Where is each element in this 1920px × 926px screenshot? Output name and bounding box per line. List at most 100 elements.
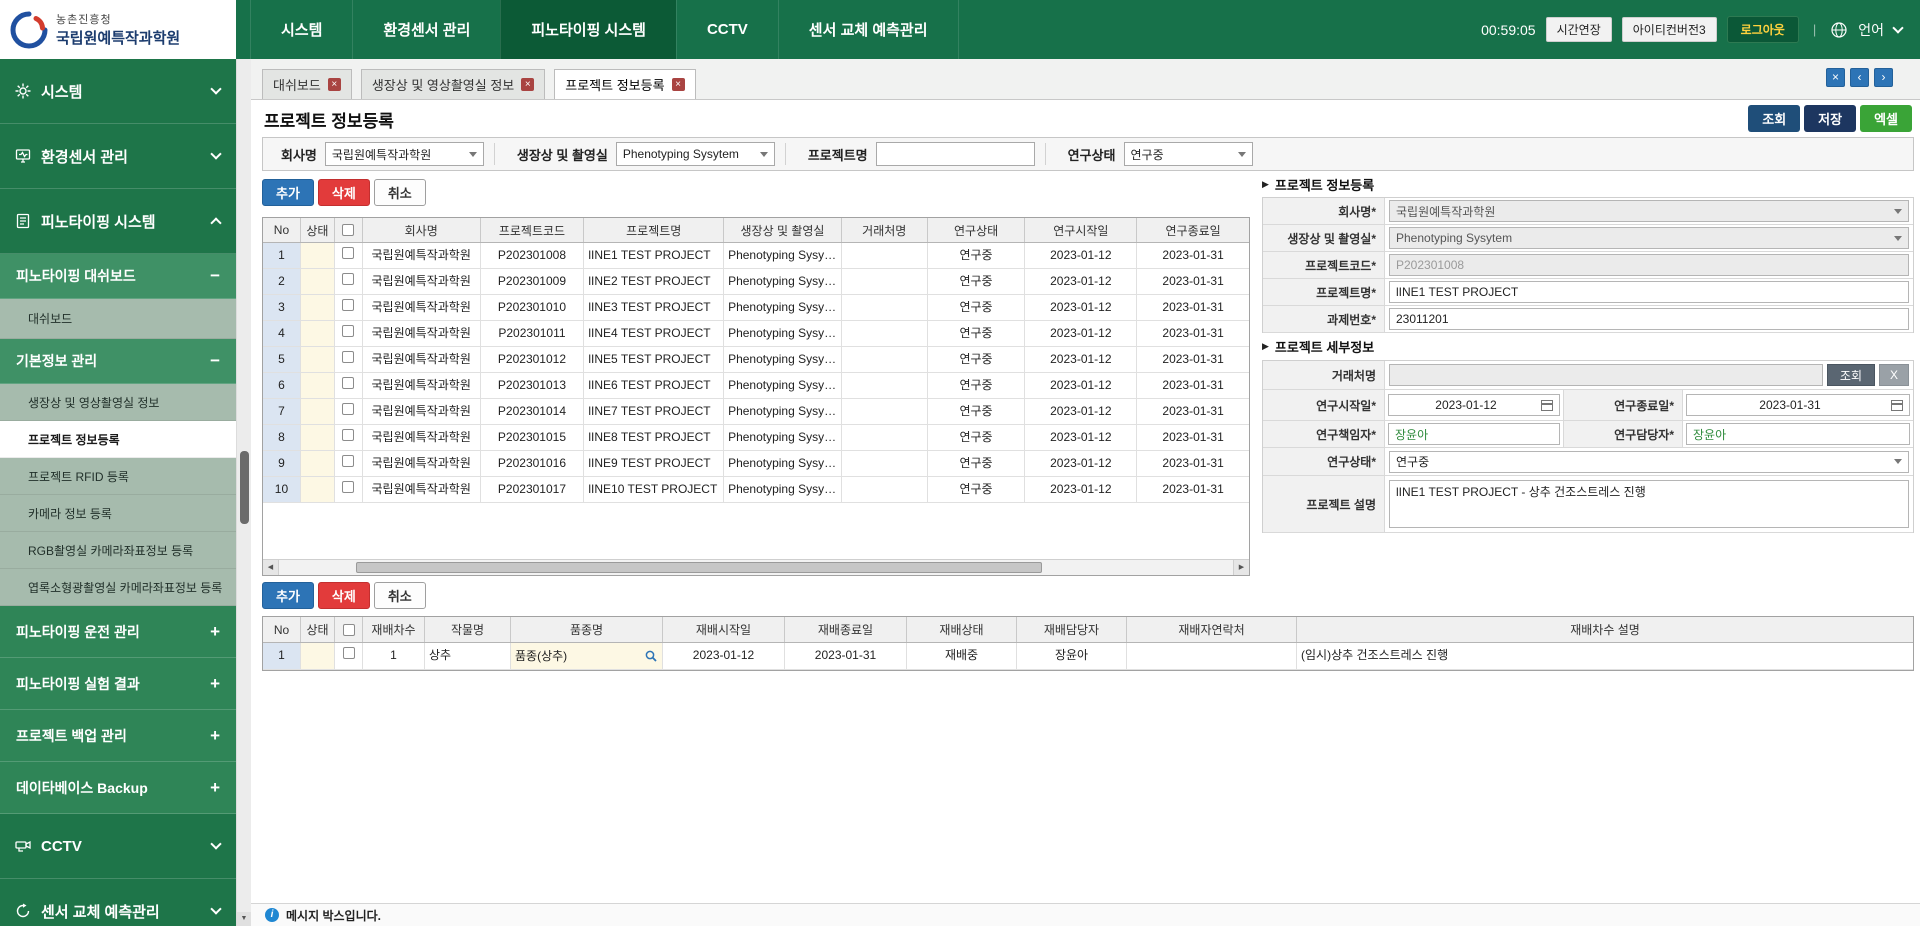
tab-dashboard[interactable]: 대쉬보드 × bbox=[262, 69, 352, 99]
select-all-checkbox[interactable] bbox=[342, 224, 354, 236]
row-checkbox[interactable] bbox=[342, 455, 354, 467]
project-row[interactable]: 8 국립원예특작과학원 P202301015 lINE8 TEST PROJEC… bbox=[263, 425, 1249, 451]
scroll-right-arrow[interactable]: ▶ bbox=[1233, 560, 1249, 575]
sidebar-item-phenotyping[interactable]: 피노타이핑 시스템 bbox=[0, 189, 236, 254]
calendar-icon[interactable] bbox=[1891, 400, 1903, 411]
description-textarea[interactable]: lINE1 TEST PROJECT - 상추 건조스트레스 진행 bbox=[1389, 480, 1909, 528]
minus-icon[interactable]: − bbox=[210, 351, 220, 371]
sidebar-item-chlorophyll-camera-coords[interactable]: 엽록소형광촬영실 카메라좌표정보 등록 bbox=[0, 569, 236, 606]
add-button[interactable]: 추가 bbox=[262, 582, 314, 609]
sidebar-section-experiment-results[interactable]: 피노타이핑 실험 결과 + bbox=[0, 658, 236, 710]
plus-icon[interactable]: + bbox=[210, 622, 220, 642]
prev-tab-button[interactable]: ‹ bbox=[1850, 68, 1869, 87]
row-checkbox[interactable] bbox=[342, 377, 354, 389]
delete-button[interactable]: 삭제 bbox=[318, 582, 370, 609]
project-row[interactable]: 10 국립원예특작과학원 P202301017 lINE10 TEST PROJ… bbox=[263, 477, 1249, 503]
cancel-button[interactable]: 취소 bbox=[374, 179, 426, 206]
company-filter-select[interactable]: 국립원예특작과학원 bbox=[325, 142, 484, 166]
row-checkbox[interactable] bbox=[342, 247, 354, 259]
sidebar-item-env-sensor[interactable]: 환경센서 관리 bbox=[0, 124, 236, 189]
horizontal-scrollbar[interactable]: ◀ ▶ bbox=[263, 559, 1249, 575]
row-checkbox[interactable] bbox=[342, 351, 354, 363]
tab-close-icon[interactable]: × bbox=[328, 78, 341, 91]
sidebar-section-database-backup[interactable]: 데이타베이스 Backup + bbox=[0, 762, 236, 814]
scroll-down-arrow[interactable]: ▼ bbox=[237, 912, 251, 926]
plus-icon[interactable]: + bbox=[210, 726, 220, 746]
menu-sensor-replace[interactable]: 센서 교체 예측관리 bbox=[778, 0, 959, 59]
row-checkbox[interactable] bbox=[342, 325, 354, 337]
language-label[interactable]: 언어 bbox=[1858, 20, 1884, 40]
sidebar-item-project-rfid[interactable]: 프로젝트 RFID 등록 bbox=[0, 458, 236, 495]
sidebar-section-project-backup[interactable]: 프로젝트 백업 관리 + bbox=[0, 710, 236, 762]
row-checkbox[interactable] bbox=[343, 647, 355, 659]
extend-time-button[interactable]: 시간연장 bbox=[1546, 17, 1612, 42]
sidebar-section-basic-info[interactable]: 기본정보 관리 − bbox=[0, 339, 236, 384]
client-clear-button[interactable]: X bbox=[1879, 364, 1909, 386]
menu-cctv[interactable]: CCTV bbox=[676, 0, 778, 59]
project-row[interactable]: 6 국립원예특작과학원 P202301013 lINE6 TEST PROJEC… bbox=[263, 373, 1249, 399]
close-all-tabs-button[interactable]: × bbox=[1826, 68, 1845, 87]
add-button[interactable]: 추가 bbox=[262, 179, 314, 206]
plus-icon[interactable]: + bbox=[210, 778, 220, 798]
row-checkbox[interactable] bbox=[342, 299, 354, 311]
tab-chamber-info[interactable]: 생장상 및 영상촬영실 정보 × bbox=[361, 69, 545, 99]
sidebar-item-system[interactable]: 시스템 bbox=[0, 59, 236, 124]
scroll-left-arrow[interactable]: ◀ bbox=[263, 560, 279, 575]
select-all-checkbox[interactable] bbox=[343, 624, 355, 636]
task-number-input[interactable]: 23011201 bbox=[1389, 308, 1909, 330]
scrollbar-thumb[interactable] bbox=[240, 451, 249, 524]
status-filter-select[interactable]: 연구중 bbox=[1124, 142, 1253, 166]
excel-button[interactable]: 엑셀 bbox=[1860, 105, 1912, 132]
sidebar-item-sensor-replace[interactable]: 센서 교체 예측관리 bbox=[0, 879, 236, 926]
delete-button[interactable]: 삭제 bbox=[318, 179, 370, 206]
globe-icon[interactable] bbox=[1830, 21, 1848, 39]
menu-system[interactable]: 시스템 bbox=[250, 0, 352, 59]
menu-phenotyping-system[interactable]: 피노타이핑 시스템 bbox=[500, 0, 676, 59]
sidebar-item-rgb-camera-coords[interactable]: RGB촬영실 카메라좌표정보 등록 bbox=[0, 532, 236, 569]
end-date-input[interactable]: 2023-01-31 bbox=[1686, 394, 1910, 416]
next-tab-button[interactable]: › bbox=[1874, 68, 1893, 87]
chamber-filter-select[interactable]: Phenotyping Sysytem bbox=[616, 142, 775, 166]
search-button[interactable]: 조회 bbox=[1748, 105, 1800, 132]
menu-env-sensor[interactable]: 환경센서 관리 bbox=[352, 0, 500, 59]
cultivation-row[interactable]: 1 1 상추 품종(상추) 2023-01-12 bbox=[263, 643, 1913, 670]
brand[interactable]: 농촌진흥청 국립원예특작과학원 bbox=[0, 0, 236, 59]
sidebar-section-phenotyping-dashboard[interactable]: 피노타이핑 대쉬보드 − bbox=[0, 254, 236, 299]
calendar-icon[interactable] bbox=[1541, 400, 1553, 411]
vertical-scrollbar[interactable]: ▼ bbox=[236, 59, 251, 926]
save-button[interactable]: 저장 bbox=[1804, 105, 1856, 132]
project-row[interactable]: 4 국립원예특작과학원 P202301011 lINE4 TEST PROJEC… bbox=[263, 321, 1249, 347]
project-row[interactable]: 9 국립원예특작과학원 P202301016 lINE9 TEST PROJEC… bbox=[263, 451, 1249, 477]
account-button[interactable]: 아이티컨버전3 bbox=[1622, 17, 1717, 42]
company-select[interactable]: 국립원예특작과학원 bbox=[1389, 200, 1909, 222]
minus-icon[interactable]: − bbox=[210, 266, 220, 286]
chamber-select[interactable]: Phenotyping Sysytem bbox=[1389, 227, 1909, 249]
project-row[interactable]: 1 국립원예특작과학원 P202301008 lINE1 TEST PROJEC… bbox=[263, 243, 1249, 269]
row-checkbox[interactable] bbox=[342, 273, 354, 285]
leader-input[interactable]: 장윤아 bbox=[1388, 423, 1560, 445]
status-select[interactable]: 연구중 bbox=[1389, 451, 1909, 473]
project-row[interactable]: 7 국립원예특작과학원 P202301014 lINE7 TEST PROJEC… bbox=[263, 399, 1249, 425]
logout-button[interactable]: 로그아웃 bbox=[1727, 16, 1799, 43]
tab-close-icon[interactable]: × bbox=[521, 78, 534, 91]
plus-icon[interactable]: + bbox=[210, 674, 220, 694]
project-name-input[interactable] bbox=[876, 142, 1035, 166]
project-row[interactable]: 2 국립원예특작과학원 P202301009 lINE2 TEST PROJEC… bbox=[263, 269, 1249, 295]
project-row[interactable]: 5 국립원예특작과학원 P202301012 lINE5 TEST PROJEC… bbox=[263, 347, 1249, 373]
sidebar-item-project-registration[interactable]: 프로젝트 정보등록 bbox=[0, 421, 236, 458]
sidebar-item-dashboard[interactable]: 대쉬보드 bbox=[0, 299, 236, 339]
row-checkbox[interactable] bbox=[342, 481, 354, 493]
chevron-down-icon[interactable] bbox=[1892, 22, 1903, 33]
tab-project-registration[interactable]: 프로젝트 정보등록 × bbox=[554, 69, 695, 99]
sidebar-section-operation[interactable]: 피노타이핑 운전 관리 + bbox=[0, 606, 236, 658]
scrollbar-thumb[interactable] bbox=[356, 562, 1042, 573]
project-name-field[interactable]: lINE1 TEST PROJECT bbox=[1389, 281, 1909, 303]
project-row[interactable]: 3 국립원예특작과학원 P202301010 lINE3 TEST PROJEC… bbox=[263, 295, 1249, 321]
cancel-button[interactable]: 취소 bbox=[374, 582, 426, 609]
sidebar-item-camera-info[interactable]: 카메라 정보 등록 bbox=[0, 495, 236, 532]
client-search-button[interactable]: 조회 bbox=[1827, 364, 1875, 386]
manager-input[interactable]: 장윤아 bbox=[1686, 423, 1910, 445]
sidebar-item-cctv[interactable]: CCTV bbox=[0, 814, 236, 879]
sidebar-item-chamber-info[interactable]: 생장상 및 영상촬영실 정보 bbox=[0, 384, 236, 421]
tab-close-icon[interactable]: × bbox=[672, 78, 685, 91]
